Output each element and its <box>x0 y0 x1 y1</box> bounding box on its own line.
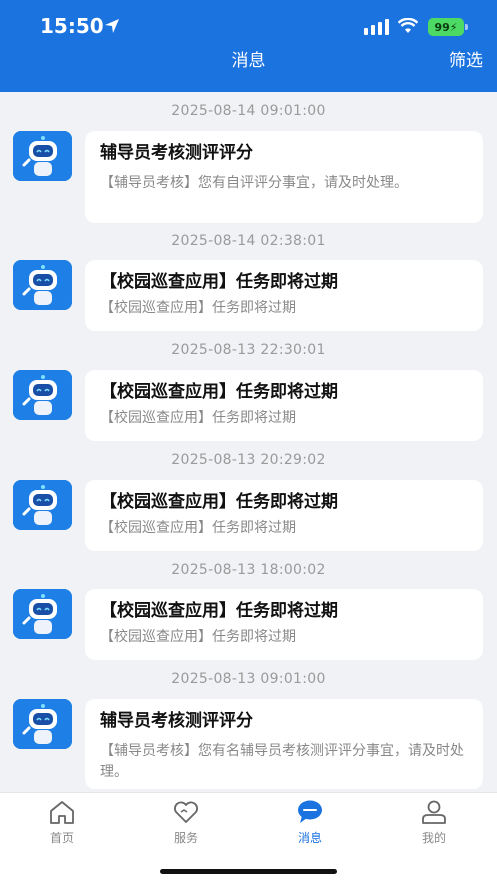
message-title: 辅导员考核测评评分 <box>100 711 253 731</box>
message-body: 【校园巡查应用】任务即将过期 <box>100 629 296 645</box>
battery-level: 99 <box>434 20 450 34</box>
message-title: 【校园巡查应用】任务即将过期 <box>100 272 338 292</box>
robot-avatar-icon <box>13 370 72 420</box>
message-card[interactable]: 辅导员考核测评评分 【辅导员考核】您有名辅导员考核测评评分事宜，请及时处理。 <box>85 699 483 789</box>
message-timestamp: 2025-08-13 09:01:00 <box>171 671 326 687</box>
tab-service[interactable]: 服务 <box>146 797 226 846</box>
app-header: 15:50 99 ⚡ 消息 筛选 <box>0 0 497 92</box>
battery-indicator: 99 ⚡ <box>428 18 468 36</box>
message-body: 【校园巡查应用】任务即将过期 <box>100 300 296 316</box>
message-title: 【校园巡查应用】任务即将过期 <box>100 601 338 621</box>
page-title: 消息 <box>231 51 266 71</box>
home-indicator <box>160 869 337 874</box>
message-title: 【校园巡查应用】任务即将过期 <box>100 492 338 512</box>
message-title: 【校园巡查应用】任务即将过期 <box>100 382 338 402</box>
user-icon <box>422 800 446 824</box>
home-icon <box>50 801 74 824</box>
robot-avatar-icon <box>13 131 72 181</box>
message-title: 辅导员考核测评评分 <box>100 143 253 163</box>
message-body: 【校园巡查应用】任务即将过期 <box>100 410 296 426</box>
message-timestamp: 2025-08-14 02:38:01 <box>171 233 326 249</box>
message-timestamp: 2025-08-13 20:29:02 <box>171 452 326 468</box>
tab-home[interactable]: 首页 <box>22 797 102 846</box>
message-list[interactable]: 2025-08-14 09:01:00 辅导员考核测评评分 【辅导员考核】您有自… <box>0 92 497 792</box>
cellular-signal-icon <box>364 19 389 35</box>
message-card[interactable]: 【校园巡查应用】任务即将过期 【校园巡查应用】任务即将过期 <box>85 260 483 331</box>
wifi-icon <box>398 18 418 33</box>
robot-avatar-icon <box>13 589 72 639</box>
message-body: 【辅导员考核】您有名辅导员考核测评评分事宜，请及时处理。 <box>100 743 464 780</box>
chat-icon <box>298 800 322 823</box>
message-card[interactable]: 【校园巡查应用】任务即将过期 【校园巡查应用】任务即将过期 <box>85 480 483 551</box>
message-body: 【校园巡查应用】任务即将过期 <box>100 520 296 536</box>
robot-avatar-icon <box>13 480 72 530</box>
message-card[interactable]: 【校园巡查应用】任务即将过期 【校园巡查应用】任务即将过期 <box>85 370 483 441</box>
robot-avatar-icon <box>13 699 72 749</box>
message-timestamp: 2025-08-13 18:00:02 <box>171 562 326 578</box>
message-timestamp: 2025-08-13 22:30:01 <box>171 342 326 358</box>
status-time: 15:50 <box>40 14 104 38</box>
message-timestamp: 2025-08-14 09:01:00 <box>171 103 326 119</box>
tab-mine[interactable]: 我的 <box>394 797 474 846</box>
tab-service-label: 服务 <box>173 831 198 845</box>
location-arrow-icon <box>105 19 119 33</box>
message-body: 【辅导员考核】您有自评评分事宜，请及时处理。 <box>100 175 408 191</box>
tab-messages[interactable]: 消息 <box>270 797 350 846</box>
tab-home-label: 首页 <box>49 831 74 845</box>
tab-messages-label: 消息 <box>297 831 322 845</box>
heart-icon <box>174 801 198 823</box>
tab-mine-label: 我的 <box>421 831 446 845</box>
robot-avatar-icon <box>13 260 72 310</box>
message-card[interactable]: 【校园巡查应用】任务即将过期 【校园巡查应用】任务即将过期 <box>85 589 483 660</box>
message-card[interactable]: 辅导员考核测评评分 【辅导员考核】您有自评评分事宜，请及时处理。 <box>85 131 483 223</box>
filter-button[interactable]: 筛选 <box>449 46 483 71</box>
